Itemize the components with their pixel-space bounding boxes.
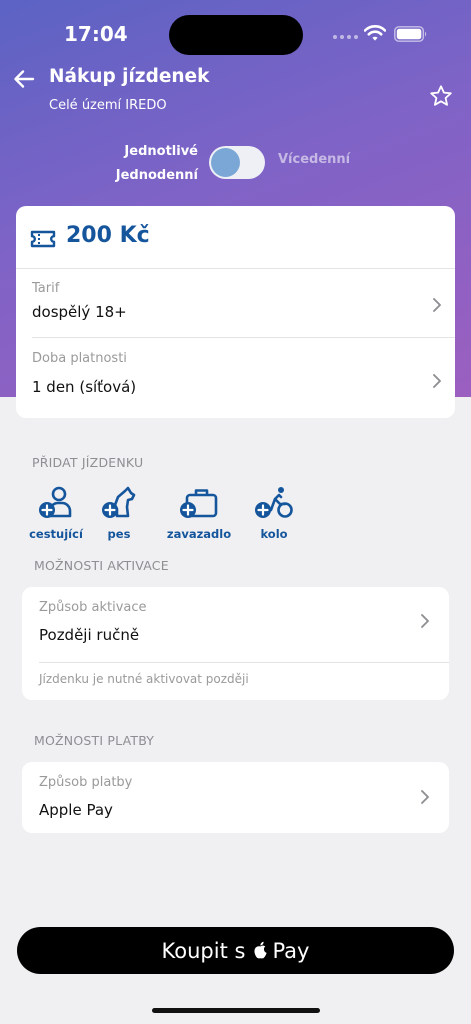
page-title: Nákup jízdenek [49, 66, 210, 87]
add-passenger-button[interactable]: cestující [21, 485, 91, 541]
chevron-right-icon [421, 614, 429, 628]
add-dog-button[interactable]: pes [84, 485, 154, 541]
toggle-label-one-day: Jednodenní [115, 168, 198, 183]
add-ticket-heading: PŘIDAT JÍZDENKU [32, 455, 144, 470]
ticket-type-left-labels: Jednotlivé Jednodenní [60, 140, 198, 188]
payment-method-value: Apple Pay [39, 801, 113, 819]
validity-row[interactable]: Doba platnosti 1 den (síťová) [16, 338, 455, 416]
add-passenger-label: cestující [29, 527, 83, 541]
add-dog-label: pes [107, 527, 131, 541]
home-indicator [152, 1008, 320, 1013]
ticket-type-toggle[interactable] [209, 146, 265, 179]
add-bicycle-icon [255, 487, 293, 518]
apple-logo-icon [254, 941, 268, 958]
status-bar: 17:04 [0, 0, 471, 70]
validity-label: Doba platnosti [32, 351, 127, 366]
payment-method-label: Způsob platby [39, 775, 133, 790]
activation-hint: Jízdenku je nutné aktivovat později [39, 672, 249, 686]
cellular-signal-icon [333, 35, 358, 39]
add-bicycle-label: kolo [260, 527, 288, 541]
buy-button-suffix: Pay [272, 938, 310, 963]
activation-card: Způsob aktivace Později ručně Jízdenku j… [22, 587, 449, 700]
back-arrow-icon[interactable] [12, 67, 36, 91]
tariff-row[interactable]: Tarif dospělý 18+ [16, 269, 455, 337]
ticket-price: 200 Kč [66, 223, 150, 248]
buy-with-apple-pay-button[interactable]: Koupit s Pay [17, 927, 454, 974]
add-dog-icon [102, 486, 136, 518]
activation-method-row[interactable]: Způsob aktivace Později ručně [22, 587, 449, 661]
page-subtitle: Celé území IREDO [49, 98, 167, 113]
add-bicycle-button[interactable]: kolo [239, 485, 309, 541]
chevron-right-icon [421, 790, 429, 804]
wifi-icon [364, 25, 386, 41]
ticket-icon [30, 230, 56, 248]
status-time: 17:04 [64, 22, 128, 46]
favorite-star-icon[interactable] [429, 84, 453, 108]
activation-method-value: Později ručně [39, 626, 140, 644]
battery-icon [394, 26, 427, 42]
divider [39, 662, 449, 663]
tariff-value: dospělý 18+ [32, 303, 127, 321]
ticket-card: 200 Kč Tarif dospělý 18+ Doba platnosti … [16, 206, 455, 418]
add-passenger-icon [39, 486, 72, 518]
validity-value: 1 den (síťová) [32, 378, 137, 396]
chevron-right-icon [433, 374, 441, 388]
payment-heading: MOŽNOSTI PLATBY [34, 733, 155, 748]
activation-method-label: Způsob aktivace [39, 600, 147, 615]
add-luggage-icon [180, 489, 218, 518]
buy-button-prefix: Koupit s [161, 938, 246, 963]
dynamic-island [169, 15, 303, 55]
toggle-label-single: Jednotlivé [124, 144, 198, 159]
tariff-label: Tarif [32, 281, 60, 296]
add-luggage-label: zavazadlo [166, 527, 232, 541]
chevron-right-icon [433, 298, 441, 312]
activation-heading: MOŽNOSTI AKTIVACE [34, 558, 169, 573]
add-luggage-button[interactable]: zavazadlo [164, 485, 234, 541]
payment-method-row[interactable]: Způsob platby Apple Pay [22, 762, 449, 833]
toggle-label-multi-day: Vícedenní [278, 152, 351, 167]
toggle-knob [211, 148, 240, 177]
